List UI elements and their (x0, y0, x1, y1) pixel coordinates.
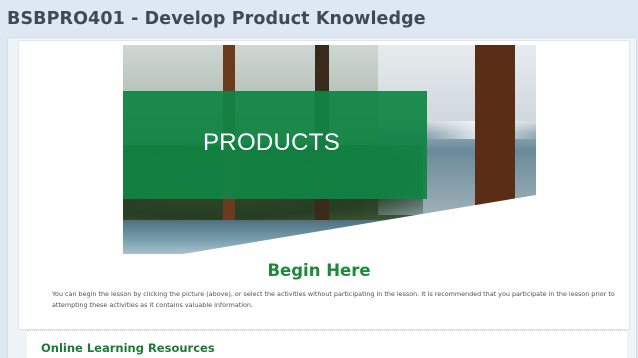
hero-white-wedge (183, 195, 536, 254)
lesson-hero-image[interactable]: PRODUCTS (123, 45, 536, 254)
page-title: BSBPRO401 - Develop Product Knowledge (7, 9, 426, 29)
resources-heading[interactable]: Online Learning Resources (41, 341, 215, 355)
lesson-instructions: You can begin the lesson by clicking the… (52, 290, 615, 309)
begin-here-link[interactable]: Begin Here (0, 261, 638, 280)
